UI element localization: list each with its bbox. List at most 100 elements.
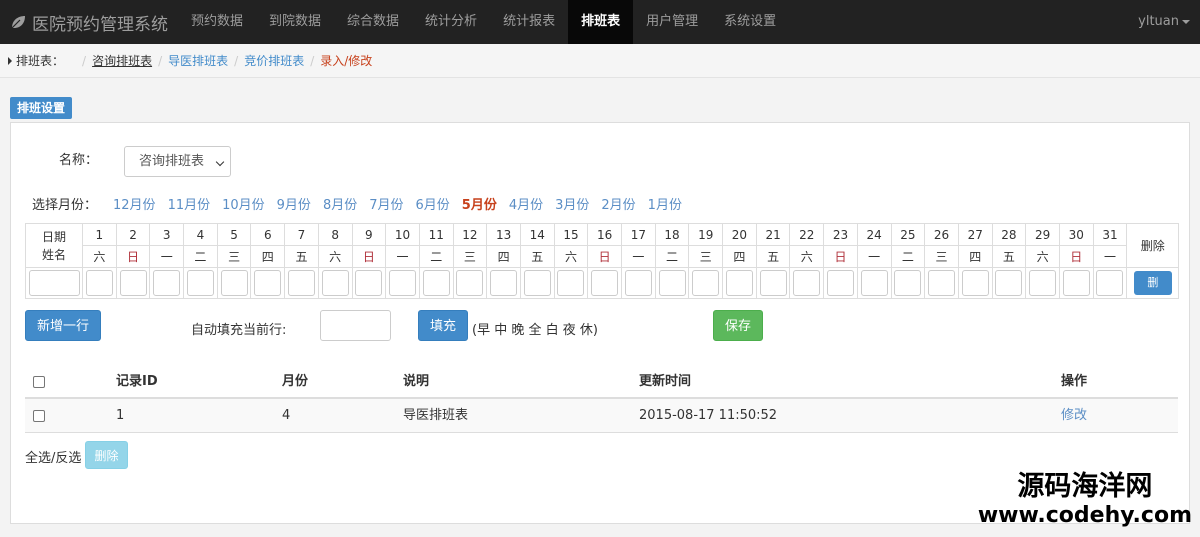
- save-button[interactable]: 保存: [713, 310, 763, 341]
- nav-item-2[interactable]: 综合数据: [334, 0, 412, 44]
- shift-input[interactable]: [254, 270, 282, 296]
- month-option-1[interactable]: 11月份: [168, 194, 211, 213]
- nav-item-4[interactable]: 统计报表: [490, 0, 568, 44]
- autofill-input[interactable]: [320, 310, 391, 341]
- name-header: 姓名: [41, 247, 66, 262]
- edit-link[interactable]: 修改: [1061, 399, 1087, 433]
- day-header: 24: [856, 223, 892, 246]
- day-header: 13: [486, 223, 521, 246]
- day-header: 28: [991, 223, 1027, 246]
- weekday-header: 日: [587, 245, 622, 268]
- month-option-10[interactable]: 2月份: [601, 194, 635, 213]
- shift-input[interactable]: [624, 270, 652, 296]
- nav-item-0[interactable]: 预约数据: [178, 0, 256, 44]
- month-option-9[interactable]: 3月份: [555, 194, 589, 213]
- month-option-2[interactable]: 10月份: [222, 194, 265, 213]
- shift-input[interactable]: [153, 270, 181, 296]
- month-option-4[interactable]: 8月份: [323, 194, 357, 213]
- day-header: 1: [82, 223, 117, 246]
- nav-item-1[interactable]: 到院数据: [256, 0, 334, 44]
- schedule-name-select[interactable]: 咨询排班表: [124, 146, 231, 177]
- month-option-0[interactable]: 12月份: [113, 194, 156, 213]
- shift-input[interactable]: [860, 270, 888, 296]
- delete-row-button[interactable]: 删: [1133, 271, 1172, 295]
- shift-input[interactable]: [456, 270, 484, 296]
- weekday-header: 六: [1025, 245, 1060, 268]
- weekday-header: 六: [553, 245, 589, 268]
- shift-input[interactable]: [85, 270, 113, 296]
- day-header: 5: [216, 223, 252, 246]
- shift-input[interactable]: [287, 270, 315, 296]
- day-header: 30: [1058, 223, 1094, 246]
- shift-input[interactable]: [422, 270, 450, 296]
- user-menu[interactable]: yltuan: [1138, 0, 1190, 44]
- shift-input[interactable]: [759, 270, 787, 296]
- watermark-line2: www.codehy.com: [977, 503, 1192, 528]
- shift-input[interactable]: [591, 270, 619, 296]
- shift-input[interactable]: [725, 270, 753, 296]
- shift-input[interactable]: [658, 270, 686, 296]
- weekday-header: 日: [351, 245, 387, 268]
- fill-hint: (早 中 晚 全 白 夜 休): [472, 323, 598, 338]
- day-header: 4: [183, 223, 218, 246]
- fill-button[interactable]: 填充: [418, 310, 468, 341]
- weekday-header: 三: [452, 245, 488, 268]
- shift-input[interactable]: [523, 270, 551, 296]
- shift-input[interactable]: [389, 270, 417, 296]
- day-header: 22: [789, 223, 825, 246]
- shift-input[interactable]: [1062, 270, 1090, 296]
- nav-item-7[interactable]: 系统设置: [711, 0, 789, 44]
- brand[interactable]: 医院预约管理系统: [0, 0, 178, 44]
- day-header: 23: [823, 223, 858, 246]
- caret-down-icon: [1182, 19, 1190, 24]
- month-option-11[interactable]: 1月份: [648, 194, 682, 213]
- shift-input[interactable]: [220, 270, 248, 296]
- schedule-grid: 日期 姓名 1 2 3 4 5 6 7 8 9 10 11 12 13 14 15 16 17 18 19 20 21 2…: [25, 223, 1180, 299]
- nav-item-5[interactable]: 排班表: [568, 0, 634, 44]
- row-checkbox[interactable]: [33, 410, 45, 422]
- shift-input[interactable]: [928, 270, 956, 296]
- shift-input[interactable]: [961, 270, 989, 296]
- shift-input[interactable]: [490, 270, 518, 296]
- shift-input[interactable]: [119, 270, 147, 296]
- month-option-3[interactable]: 9月份: [277, 194, 311, 213]
- breadcrumb-consult[interactable]: 咨询排班表: [92, 52, 152, 69]
- weekday-header: 五: [519, 245, 555, 268]
- name-label: 名称：: [59, 153, 99, 168]
- day-header: 25: [890, 223, 926, 246]
- staff-name-input[interactable]: [28, 270, 80, 296]
- month-option-8[interactable]: 4月份: [509, 194, 543, 213]
- nav-item-6[interactable]: 用户管理: [633, 0, 711, 44]
- breadcrumb-guide[interactable]: 导医排班表: [168, 52, 228, 69]
- shift-input[interactable]: [321, 270, 349, 296]
- select-all-toggle[interactable]: 全选/反选: [25, 447, 81, 466]
- day-header: 6: [250, 223, 286, 246]
- shift-input[interactable]: [355, 270, 383, 296]
- shift-input[interactable]: [1096, 270, 1124, 296]
- shift-input[interactable]: [557, 270, 585, 296]
- shift-input[interactable]: [1029, 270, 1057, 296]
- nav-item-3[interactable]: 统计分析: [412, 0, 490, 44]
- shift-input[interactable]: [186, 270, 214, 296]
- month-option-5[interactable]: 7月份: [369, 194, 403, 213]
- shift-input[interactable]: [995, 270, 1023, 296]
- col-updated: 更新时间: [639, 374, 692, 389]
- shift-input[interactable]: [826, 270, 854, 296]
- breadcrumb-bidding[interactable]: 竞价排班表: [244, 52, 304, 69]
- weekday-header: 二: [654, 245, 690, 268]
- shift-input[interactable]: [894, 270, 922, 296]
- shift-input[interactable]: [692, 270, 720, 296]
- month-option-6[interactable]: 6月份: [416, 194, 450, 213]
- add-row-button[interactable]: 新增一行: [25, 310, 101, 341]
- weekday-header: 四: [250, 245, 286, 268]
- select-all-checkbox[interactable]: [33, 376, 45, 388]
- delete-button[interactable]: 删除: [85, 441, 128, 469]
- weekday-header: 一: [385, 245, 420, 268]
- weekday-header: 五: [284, 245, 319, 268]
- month-option-7[interactable]: 5月份: [462, 194, 497, 213]
- day-header: 9: [351, 223, 387, 246]
- autofill-label: 自动填充当前行:: [191, 323, 287, 338]
- shift-input[interactable]: [793, 270, 821, 296]
- weekday-header: 六: [789, 245, 825, 268]
- day-header: 19: [688, 223, 724, 246]
